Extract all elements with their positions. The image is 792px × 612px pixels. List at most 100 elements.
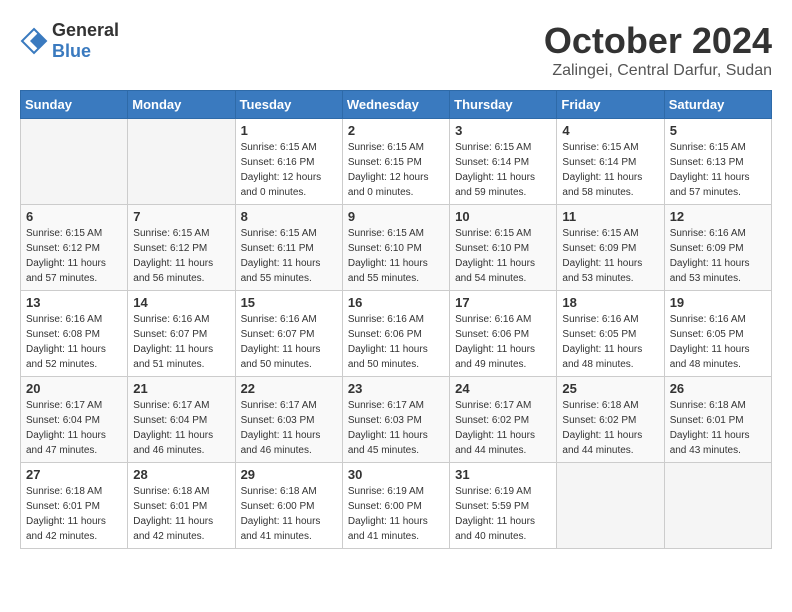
calendar-cell: 26Sunrise: 6:18 AM Sunset: 6:01 PM Dayli… xyxy=(664,377,771,463)
calendar-cell xyxy=(664,463,771,549)
day-number: 2 xyxy=(348,123,444,138)
logo: General Blue xyxy=(20,20,119,62)
calendar-cell: 14 Sunrise: 6:16 AM Sunset: 6:07 PM Dayli… xyxy=(128,291,235,377)
calendar-header-tuesday: Tuesday xyxy=(235,91,342,119)
day-number: 18 xyxy=(562,295,658,310)
day-info: Sunrise: 6:18 AM Sunset: 6:01 PM Dayligh… xyxy=(26,484,122,544)
day-number: 19 xyxy=(670,295,766,310)
day-info: Sunrise: 6:16 AM Sunset: 6:05 PM Dayligh… xyxy=(562,312,658,372)
day-info: Sunrise: 6:18 AM Sunset: 6:01 PM Dayligh… xyxy=(133,484,229,544)
page-header: General Blue October 2024 Zalingei, Cent… xyxy=(20,20,772,80)
calendar-cell: 16Sunrise: 6:16 AM Sunset: 6:06 PM Dayli… xyxy=(342,291,449,377)
day-info: Sunrise: 6:15 AM Sunset: 6:12 PM Dayligh… xyxy=(133,226,229,286)
day-number: 11 xyxy=(562,209,658,224)
calendar-cell: 24Sunrise: 6:17 AM Sunset: 6:02 PM Dayli… xyxy=(450,377,557,463)
day-number: 6 xyxy=(26,209,122,224)
day-number: 14 xyxy=(133,295,229,310)
day-info: Sunrise: 6:15 AM Sunset: 6:16 PM Dayligh… xyxy=(241,140,337,200)
day-number: 13 xyxy=(26,295,122,310)
day-info: Sunrise: 6:17 AM Sunset: 6:03 PM Dayligh… xyxy=(241,398,337,458)
calendar-cell xyxy=(128,119,235,205)
day-info: Sunrise: 6:17 AM Sunset: 6:04 PM Dayligh… xyxy=(26,398,122,458)
calendar-cell: 13 Sunrise: 6:16 AM Sunset: 6:08 PM Dayli… xyxy=(21,291,128,377)
day-number: 20 xyxy=(26,381,122,396)
day-number: 9 xyxy=(348,209,444,224)
calendar-cell xyxy=(557,463,664,549)
calendar-cell: 29 Sunrise: 6:18 AM Sunset: 6:00 PM Dayli… xyxy=(235,463,342,549)
day-number: 28 xyxy=(133,467,229,482)
day-info: Sunrise: 6:17 AM Sunset: 6:04 PM Dayligh… xyxy=(133,398,229,458)
day-info: Sunrise: 6:17 AM Sunset: 6:02 PM Dayligh… xyxy=(455,398,551,458)
calendar-cell: 3 Sunrise: 6:15 AM Sunset: 6:14 PM Daylig… xyxy=(450,119,557,205)
calendar-cell xyxy=(21,119,128,205)
day-info: Sunrise: 6:16 AM Sunset: 6:07 PM Dayligh… xyxy=(133,312,229,372)
day-info: Sunrise: 6:16 AM Sunset: 6:07 PM Dayligh… xyxy=(241,312,337,372)
calendar-cell: 31 Sunrise: 6:19 AM Sunset: 5:59 PM Dayli… xyxy=(450,463,557,549)
calendar-title: October 2024 xyxy=(544,20,772,62)
calendar-cell: 21Sunrise: 6:17 AM Sunset: 6:04 PM Dayli… xyxy=(128,377,235,463)
day-number: 1 xyxy=(241,123,337,138)
calendar-subtitle: Zalingei, Central Darfur, Sudan xyxy=(544,62,772,80)
day-number: 17 xyxy=(455,295,551,310)
calendar-table: SundayMondayTuesdayWednesdayThursdayFrid… xyxy=(20,90,772,549)
calendar-cell: 4 Sunrise: 6:15 AM Sunset: 6:14 PM Daylig… xyxy=(557,119,664,205)
day-info: Sunrise: 6:16 AM Sunset: 6:05 PM Dayligh… xyxy=(670,312,766,372)
calendar-week-3: 13 Sunrise: 6:16 AM Sunset: 6:08 PM Dayli… xyxy=(21,291,772,377)
day-info: Sunrise: 6:16 AM Sunset: 6:08 PM Dayligh… xyxy=(26,312,122,372)
calendar-cell: 30 Sunrise: 6:19 AM Sunset: 6:00 PM Dayli… xyxy=(342,463,449,549)
calendar-header-sunday: Sunday xyxy=(21,91,128,119)
calendar-cell: 18 Sunrise: 6:16 AM Sunset: 6:05 PM Dayli… xyxy=(557,291,664,377)
calendar-cell: 28 Sunrise: 6:18 AM Sunset: 6:01 PM Dayli… xyxy=(128,463,235,549)
calendar-cell: 9Sunrise: 6:15 AM Sunset: 6:10 PM Daylig… xyxy=(342,205,449,291)
day-number: 27 xyxy=(26,467,122,482)
calendar-cell: 17Sunrise: 6:16 AM Sunset: 6:06 PM Dayli… xyxy=(450,291,557,377)
day-number: 12 xyxy=(670,209,766,224)
calendar-header-saturday: Saturday xyxy=(664,91,771,119)
day-number: 30 xyxy=(348,467,444,482)
calendar-header-thursday: Thursday xyxy=(450,91,557,119)
day-number: 29 xyxy=(241,467,337,482)
logo-general: General xyxy=(52,20,119,40)
calendar-cell: 5 Sunrise: 6:15 AM Sunset: 6:13 PM Daylig… xyxy=(664,119,771,205)
day-info: Sunrise: 6:15 AM Sunset: 6:14 PM Dayligh… xyxy=(455,140,551,200)
day-info: Sunrise: 6:18 AM Sunset: 6:02 PM Dayligh… xyxy=(562,398,658,458)
logo-blue: Blue xyxy=(52,41,91,61)
logo-icon xyxy=(20,27,48,55)
day-info: Sunrise: 6:15 AM Sunset: 6:15 PM Dayligh… xyxy=(348,140,444,200)
calendar-cell: 20 Sunrise: 6:17 AM Sunset: 6:04 PM Dayli… xyxy=(21,377,128,463)
day-number: 7 xyxy=(133,209,229,224)
calendar-header-row: SundayMondayTuesdayWednesdayThursdayFrid… xyxy=(21,91,772,119)
day-info: Sunrise: 6:15 AM Sunset: 6:13 PM Dayligh… xyxy=(670,140,766,200)
day-info: Sunrise: 6:15 AM Sunset: 6:14 PM Dayligh… xyxy=(562,140,658,200)
calendar-cell: 1 Sunrise: 6:15 AM Sunset: 6:16 PM Daylig… xyxy=(235,119,342,205)
day-number: 4 xyxy=(562,123,658,138)
calendar-week-2: 6 Sunrise: 6:15 AM Sunset: 6:12 PM Daylig… xyxy=(21,205,772,291)
calendar-week-4: 20 Sunrise: 6:17 AM Sunset: 6:04 PM Dayli… xyxy=(21,377,772,463)
calendar-cell: 25Sunrise: 6:18 AM Sunset: 6:02 PM Dayli… xyxy=(557,377,664,463)
day-info: Sunrise: 6:19 AM Sunset: 5:59 PM Dayligh… xyxy=(455,484,551,544)
calendar-header-monday: Monday xyxy=(128,91,235,119)
day-number: 31 xyxy=(455,467,551,482)
day-info: Sunrise: 6:18 AM Sunset: 6:00 PM Dayligh… xyxy=(241,484,337,544)
day-number: 22 xyxy=(241,381,337,396)
day-info: Sunrise: 6:15 AM Sunset: 6:12 PM Dayligh… xyxy=(26,226,122,286)
calendar-cell: 15Sunrise: 6:16 AM Sunset: 6:07 PM Dayli… xyxy=(235,291,342,377)
day-info: Sunrise: 6:15 AM Sunset: 6:10 PM Dayligh… xyxy=(455,226,551,286)
calendar-header-wednesday: Wednesday xyxy=(342,91,449,119)
day-info: Sunrise: 6:15 AM Sunset: 6:09 PM Dayligh… xyxy=(562,226,658,286)
calendar-cell: 11 Sunrise: 6:15 AM Sunset: 6:09 PM Dayli… xyxy=(557,205,664,291)
calendar-cell: 23Sunrise: 6:17 AM Sunset: 6:03 PM Dayli… xyxy=(342,377,449,463)
day-info: Sunrise: 6:16 AM Sunset: 6:09 PM Dayligh… xyxy=(670,226,766,286)
day-number: 23 xyxy=(348,381,444,396)
calendar-cell: 8Sunrise: 6:15 AM Sunset: 6:11 PM Daylig… xyxy=(235,205,342,291)
calendar-cell: 6 Sunrise: 6:15 AM Sunset: 6:12 PM Daylig… xyxy=(21,205,128,291)
calendar-week-1: 1 Sunrise: 6:15 AM Sunset: 6:16 PM Daylig… xyxy=(21,119,772,205)
day-number: 5 xyxy=(670,123,766,138)
day-info: Sunrise: 6:19 AM Sunset: 6:00 PM Dayligh… xyxy=(348,484,444,544)
calendar-cell: 2 Sunrise: 6:15 AM Sunset: 6:15 PM Daylig… xyxy=(342,119,449,205)
day-number: 3 xyxy=(455,123,551,138)
calendar-cell: 22 Sunrise: 6:17 AM Sunset: 6:03 PM Dayli… xyxy=(235,377,342,463)
day-number: 26 xyxy=(670,381,766,396)
day-info: Sunrise: 6:16 AM Sunset: 6:06 PM Dayligh… xyxy=(348,312,444,372)
calendar-cell: 27 Sunrise: 6:18 AM Sunset: 6:01 PM Dayli… xyxy=(21,463,128,549)
